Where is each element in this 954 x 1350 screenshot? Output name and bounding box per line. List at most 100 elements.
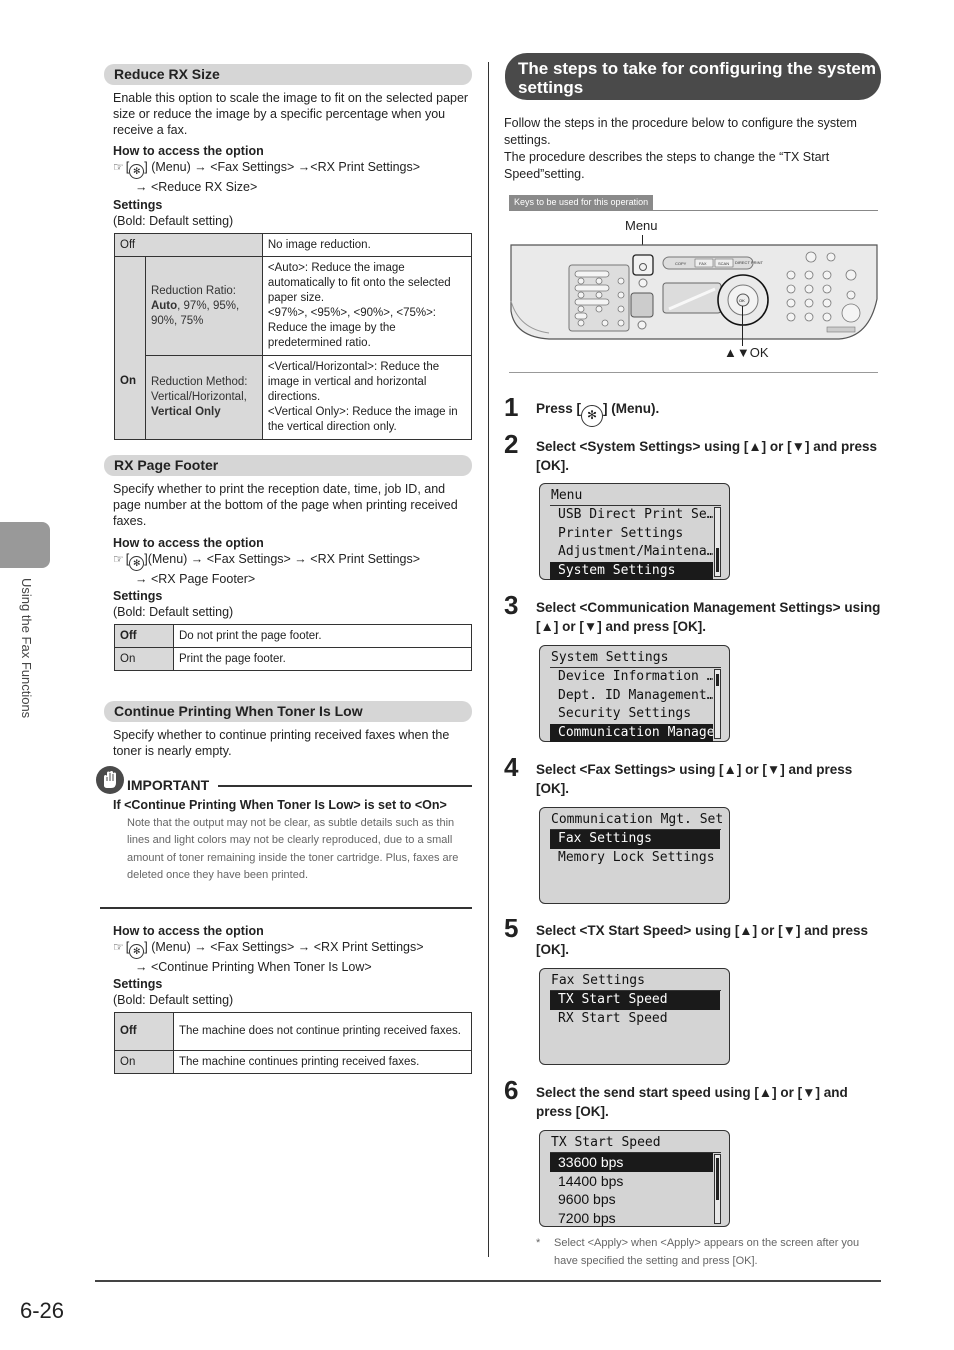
page-number: 6-26 (20, 1298, 65, 1323)
step-5-number: 5 (504, 913, 519, 943)
mode-direct-print: DIRECT PRINT (735, 260, 763, 265)
important-hand-icon (96, 766, 124, 794)
step-2-number: 2 (504, 429, 519, 459)
important-label: IMPORTANT (127, 777, 210, 793)
access-heading: How to access the option (113, 144, 264, 158)
option-on: On (114, 1050, 174, 1074)
lcd-item-selected: 33600 bps (550, 1153, 713, 1172)
reduce-rx-description: Enable this option to scale the image to… (113, 91, 469, 137)
lcd-item: Device Information … (558, 669, 713, 684)
column-divider (488, 62, 489, 1257)
option-on-desc: The machine continues printing received … (173, 1050, 472, 1074)
section-heading-rx-page-footer: RX Page Footer (104, 455, 472, 476)
reduction-ratio-cell: Reduction Ratio: Auto, 97%, 95%, 90%, 75… (144, 256, 263, 356)
option-off-desc: Do not print the page footer. (173, 624, 472, 648)
lcd-title: System Settings (550, 649, 721, 668)
lcd-item-selected: Communication Manage (550, 723, 713, 742)
rx-footer-settings-table: Off Do not print the page footer. On Pri… (114, 624, 472, 671)
lcd-title: Menu (550, 487, 721, 506)
menu-key-icon: ✻ (129, 944, 145, 959)
step-1-number: 1 (504, 392, 519, 422)
rx-footer-description: Specify whether to print the reception d… (113, 482, 458, 528)
procedure-intro: Follow the steps in the procedure below … (504, 116, 857, 181)
option-on-desc: Print the page footer. (173, 647, 472, 671)
important-end-divider (100, 907, 472, 909)
menu-key-icon: ✻ (581, 405, 604, 427)
rx-footer-settings-heading: Settings (Bold: Default setting) (113, 589, 234, 619)
reduce-rx-settings-table: Off No image reduction. On Reduction Rat… (114, 233, 473, 440)
step-6-text: Select the send start speed using [▲] or… (536, 1085, 848, 1119)
lcd-item: Memory Lock Settings (558, 849, 715, 865)
lcd-item-selected: TX Start Speed (550, 991, 720, 1010)
lcd-item: 14400 bps (558, 1172, 624, 1189)
reduction-ratio-desc: <Auto>: Reduce the image automatically t… (261, 256, 473, 356)
option-off: Off (114, 624, 174, 648)
reduce-rx-settings-heading: Settings (Bold: Default setting) (113, 198, 234, 228)
lcd-title: Communication Mgt. Set (550, 811, 723, 830)
menu-key (632, 254, 654, 276)
pointing-hand-icon: ☞ (113, 160, 124, 174)
option-on: On (114, 647, 174, 671)
lcd-scrollbar (714, 669, 721, 739)
lcd-item: USB Direct Print Se… (558, 507, 713, 522)
continue-printing-access: How to access the option ☞[✻] (Menu) → <… (113, 924, 424, 974)
chapter-tab (0, 522, 50, 568)
lcd-item: Security Settings (558, 706, 692, 721)
lcd-item-selected: System Settings (550, 561, 713, 580)
rx-footer-access: How to access the option ☞[✻](Menu) → <F… (113, 536, 421, 586)
lcd-screen-step-3: System Settings Device Information … Dep… (539, 645, 730, 742)
reduction-method-desc: <Vertical/Horizontal>: Reduce the image … (261, 355, 473, 440)
footer-rule (95, 1280, 881, 1282)
footnote: * Select <Apply> when <Apply> appears on… (536, 1237, 860, 1267)
lcd-screen-step-6: TX Start Speed 33600 bps 14400 bps 9600 … (539, 1130, 730, 1227)
lcd-screen-step-2: Menu USB Direct Print Se… Printer Settin… (539, 483, 730, 580)
control-panel-illustration: COPY FAX SCAN DIRECT PRINT OK (510, 244, 878, 340)
ok-callout-line (742, 306, 743, 346)
option-on: On (114, 256, 146, 440)
lcd-item: 9600 bps (558, 1191, 616, 1207)
continue-printing-description: Specify whether to continue printing rec… (113, 728, 450, 758)
option-off: Off (114, 233, 263, 257)
step-6-number: 6 (504, 1075, 519, 1105)
option-off: Off (114, 1012, 174, 1051)
lcd-scrollbar (714, 507, 721, 577)
keys-tag: Keys to be used for this operation (509, 195, 654, 211)
step-2-text: Select <System Settings> using [▲] or [▼… (536, 439, 878, 473)
lcd-scrollbar-thumb (716, 548, 719, 572)
chapter-label: Using the Fax Functions (19, 578, 34, 719)
mode-fax: FAX (699, 261, 707, 266)
section-heading-reduce-rx-size: Reduce RX Size (104, 64, 472, 85)
reduce-rx-access: How to access the option ☞[✻] (Menu) → <… (113, 143, 473, 195)
menu-key-icon: ✻ (129, 556, 145, 571)
access-path: ] (Menu) → <Fax Settings> →<RX Print Set… (144, 160, 421, 174)
option-off-desc: No image reduction. (261, 233, 473, 257)
important-note: Note that the output may not be clear, a… (127, 817, 459, 882)
menu-key-icon: ✻ (129, 164, 145, 179)
lcd-item: Printer Settings (558, 525, 684, 541)
section-heading-continue-printing: Continue Printing When Toner Is Low (104, 701, 472, 722)
step-3-text: Select <Communication Management Setting… (536, 600, 881, 634)
panel-divider (509, 372, 878, 373)
step-4-text: Select <Fax Settings> using [▲] or [▼] a… (536, 762, 853, 796)
pointing-hand-icon: ☞ (113, 552, 124, 566)
keys-divider (509, 210, 878, 211)
continue-printing-settings-heading: Settings (Bold: Default setting) (113, 977, 234, 1007)
lcd-item-selected: Fax Settings (550, 830, 720, 849)
important-heading: If <Continue Printing When Toner Is Low>… (113, 798, 447, 812)
lcd-scrollbar (714, 1154, 721, 1224)
step-5-text: Select <TX Start Speed> using [▲] or [▼]… (536, 923, 869, 957)
lcd-screen-step-4: Communication Mgt. Set Fax Settings Memo… (539, 807, 730, 904)
lcd-screen-step-5: Fax Settings TX Start Speed RX Start Spe… (539, 968, 730, 1065)
lcd-title: TX Start Speed (550, 1134, 721, 1153)
important-divider (218, 785, 472, 787)
option-off-desc: The machine does not continue printing r… (173, 1012, 472, 1051)
lcd-scrollbar-thumb (716, 674, 719, 686)
svg-text:OK: OK (739, 298, 745, 303)
mode-scan: SCAN (718, 261, 729, 266)
access-path-cont: → <Reduce RX Size> (135, 180, 258, 194)
ok-callout-label: ▲▼OK (724, 345, 769, 360)
lcd-item: Dept. ID Management… (558, 687, 713, 703)
lcd-title: Fax Settings (550, 972, 721, 991)
step-4-number: 4 (504, 752, 519, 782)
step-3-number: 3 (504, 590, 519, 620)
